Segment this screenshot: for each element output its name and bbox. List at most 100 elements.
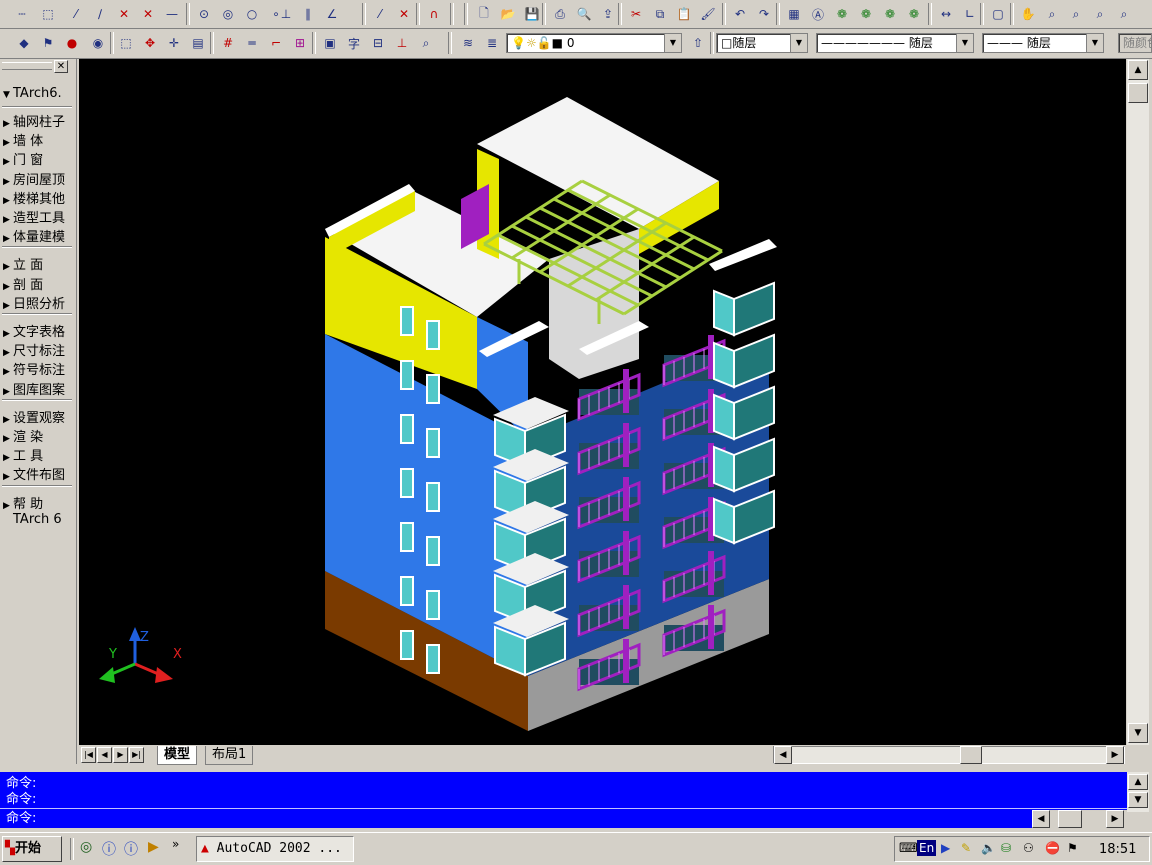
stair-icon[interactable]: ▣	[320, 33, 340, 53]
panel-item[interactable]: ▶ 帮 助	[3, 493, 73, 512]
layer-prev-icon[interactable]: ≣	[482, 33, 502, 53]
render-3-icon[interactable]: ❁	[880, 4, 900, 24]
tab-last-icon[interactable]: ▶|	[129, 747, 144, 763]
scroll-down-icon[interactable]: ▼	[1128, 723, 1148, 743]
tab-model[interactable]: 模型	[157, 746, 198, 765]
preview-icon[interactable]: 🔍	[574, 4, 594, 24]
rect-dotted-icon[interactable]: ⬚	[38, 4, 58, 24]
zoom-tarch-icon[interactable]: ⌕	[416, 33, 436, 53]
3d-box-icon[interactable]: ◆	[14, 33, 34, 53]
perpendicular-icon[interactable]: ⊥	[276, 4, 296, 24]
color-combo[interactable]: □随层 ▼	[716, 33, 808, 53]
tab-prev-icon[interactable]: ◀	[97, 747, 112, 763]
circle-3-icon[interactable]: ○	[242, 4, 262, 24]
tray-usb-icon[interactable]: ⚇	[1023, 841, 1034, 855]
tab-next-icon[interactable]: ▶	[113, 747, 128, 763]
dash-line-icon[interactable]: —	[162, 4, 182, 24]
paste-icon[interactable]: 📋	[674, 4, 694, 24]
snap-none-icon[interactable]: ✕	[394, 4, 414, 24]
save-icon[interactable]: 💾	[522, 4, 542, 24]
panel-item[interactable]: TArch 6	[3, 512, 73, 531]
zoom-window-icon[interactable]: ⌕	[1066, 4, 1086, 24]
cut-icon[interactable]: ✂	[626, 4, 646, 24]
tray-shield-icon[interactable]: ⚑	[1067, 841, 1078, 855]
model-space-canvas[interactable]: Z X Y	[79, 59, 1126, 745]
panel-item[interactable]: ▶ 日照分析	[3, 293, 73, 312]
panel-grip[interactable]	[2, 62, 52, 70]
cross-icon[interactable]: ✕	[114, 4, 134, 24]
angle-icon[interactable]: ∠	[322, 4, 342, 24]
panel-item[interactable]: ▶ 工 具	[3, 445, 73, 464]
design-center-icon[interactable]: ▦	[784, 4, 804, 24]
pan-icon[interactable]: ✋	[1018, 4, 1038, 24]
undo-icon[interactable]: ↶	[730, 4, 750, 24]
scroll-right-icon[interactable]: ▶	[1106, 746, 1124, 764]
ortho-line-icon[interactable]: ∕	[90, 4, 110, 24]
panel-title[interactable]: ▼ TArch6.	[3, 86, 73, 105]
chevron-down-icon[interactable]: ▼	[664, 34, 681, 52]
scroll-thumb[interactable]	[1128, 83, 1148, 103]
lineweight-combo[interactable]: ——— 随层 ▼	[982, 33, 1104, 53]
dist-icon[interactable]: ↔	[936, 4, 956, 24]
panel-item[interactable]: ▶ 轴网柱子	[3, 111, 73, 130]
horizontal-scrollbar[interactable]: ◀ ▶	[773, 746, 1125, 764]
zoom-prev-icon[interactable]: ⌕	[1090, 4, 1110, 24]
eye-icon[interactable]: ◉	[88, 33, 108, 53]
line-icon[interactable]: ┄	[12, 4, 32, 24]
quicklaunch-info2-icon[interactable]: ⓘ	[124, 839, 138, 859]
pan-cross-icon[interactable]: ✛	[164, 33, 184, 53]
panel-item[interactable]: ▶ 符号标注	[3, 359, 73, 378]
panel-item[interactable]: ▶ 造型工具	[3, 207, 73, 226]
copy-icon[interactable]: ⧉	[650, 4, 670, 24]
tab-first-icon[interactable]: |◀	[81, 747, 96, 763]
panel-item[interactable]: ▶ 立 面	[3, 254, 73, 273]
scroll-left-icon[interactable]: ◀	[774, 746, 792, 764]
panel-item[interactable]: ▶ 设置观察	[3, 407, 73, 426]
make-current-icon[interactable]: ⇧	[688, 33, 708, 53]
circle-2-icon[interactable]: ◎	[218, 4, 238, 24]
command-h-scroll[interactable]: ◀ ▶	[1032, 810, 1127, 828]
chevron-down-icon[interactable]: ▼	[956, 34, 973, 52]
tray-lang-badge[interactable]: En	[917, 840, 937, 856]
panel-item[interactable]: ▶ 房间屋顶	[3, 169, 73, 188]
panel-item[interactable]: ▶ 剖 面	[3, 274, 73, 293]
panel-item[interactable]: ▶ 渲 染	[3, 426, 73, 445]
h-scroll-thumb[interactable]	[960, 746, 982, 764]
clipboard-icon[interactable]: ▤	[188, 33, 208, 53]
tray-antivirus-icon[interactable]: ⛔	[1045, 841, 1060, 855]
tray-media-icon[interactable]: ▶	[941, 841, 950, 855]
polyline-icon[interactable]: ⁄	[66, 4, 86, 24]
command-scrollbar[interactable]: ▲ ▼	[1127, 772, 1149, 812]
render-mat-icon[interactable]: ●	[62, 33, 82, 53]
linetype-combo[interactable]: ——————— 随层 ▼	[816, 33, 974, 53]
tray-network-icon[interactable]: ⛁	[1001, 841, 1011, 855]
circle-icon[interactable]: ⊙	[194, 4, 214, 24]
select-icon[interactable]: ⬚	[116, 33, 136, 53]
cmd-scroll-up-icon[interactable]: ▲	[1128, 774, 1148, 790]
angle-measure-icon[interactable]: ∟	[960, 4, 980, 24]
layer-combo[interactable]: 💡☼🔓■ 0 ▼	[506, 33, 682, 53]
publish-icon[interactable]: ⇪	[598, 4, 618, 24]
grid-icon[interactable]: #	[218, 33, 238, 53]
window-icon[interactable]: ⊞	[290, 33, 310, 53]
door-icon[interactable]: ⌐	[266, 33, 286, 53]
tab-layout1[interactable]: 布局1	[205, 746, 254, 765]
text-icon[interactable]: 字	[344, 33, 364, 53]
move-icon[interactable]: ✥	[140, 33, 160, 53]
match-prop-icon[interactable]: 🖌	[698, 4, 718, 24]
parallel-icon[interactable]: ∥	[298, 4, 318, 24]
cmd-scroll-left-icon[interactable]: ◀	[1032, 810, 1050, 828]
panel-item[interactable]: ▶ 门 窗	[3, 149, 73, 168]
table-icon[interactable]: ⊟	[368, 33, 388, 53]
quicklaunch-ie-icon[interactable]: ◎	[80, 839, 92, 855]
render-icon[interactable]: ❁	[832, 4, 852, 24]
start-button[interactable]: ▚开始	[2, 836, 62, 862]
command-input[interactable]: 命令:	[6, 811, 36, 827]
quicklaunch-media-icon[interactable]: ▶	[148, 839, 159, 855]
flag-icon[interactable]: ⚑	[38, 33, 58, 53]
panel-item[interactable]: ▶ 文件布图	[3, 464, 73, 483]
panel-item[interactable]: ▶ 文字表格	[3, 321, 73, 340]
cross-icon-2[interactable]: ✕	[138, 4, 158, 24]
chevron-down-icon[interactable]: ▼	[1086, 34, 1103, 52]
panel-item[interactable]: ▶ 楼梯其他	[3, 188, 73, 207]
